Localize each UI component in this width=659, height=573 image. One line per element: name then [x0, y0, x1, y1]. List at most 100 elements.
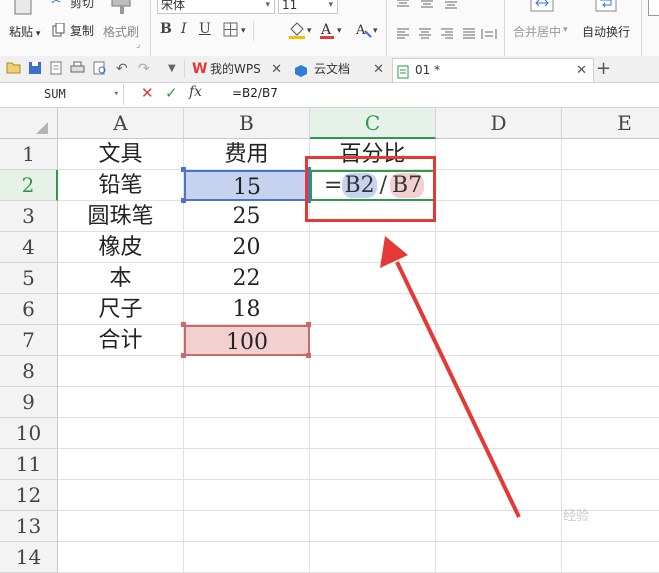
row-header-10[interactable]: 10	[0, 418, 58, 449]
wrap-text-icon[interactable]	[595, 0, 617, 18]
ref-handle[interactable]	[181, 198, 186, 203]
justify-icon[interactable]	[462, 25, 476, 44]
column-header-a[interactable]: A	[58, 108, 184, 139]
scissors-icon[interactable]: ✂	[51, 0, 62, 9]
cell-a3[interactable]: 圆珠笔	[58, 201, 184, 232]
format-painter-button[interactable]: 格式刷	[103, 23, 139, 40]
row-header-9[interactable]: 9	[0, 387, 58, 418]
format-painter-icon[interactable]	[110, 0, 134, 20]
more-dropdown-icon[interactable]: ▼	[168, 63, 176, 74]
row-header-3[interactable]: 3	[0, 201, 58, 232]
open-folder-icon[interactable]	[6, 61, 21, 78]
dialog-launcher-icon[interactable]: ⌟	[136, 40, 140, 50]
fill-color-icon[interactable]	[288, 21, 306, 43]
undo-icon[interactable]: ↶	[116, 61, 128, 77]
align-right-icon[interactable]	[440, 25, 454, 44]
cell-a4[interactable]: 橡皮	[58, 232, 184, 263]
merge-center-button[interactable]: 合并居中	[513, 23, 561, 40]
cell-a2[interactable]: 铅笔	[58, 170, 184, 201]
row-header-5[interactable]: 5	[0, 263, 58, 294]
font-color-icon[interactable]: A	[319, 21, 335, 43]
row-header-8[interactable]: 8	[0, 356, 58, 387]
font-color-dropdown-icon[interactable]: ▾	[337, 26, 342, 36]
print-icon[interactable]	[70, 61, 85, 79]
ref-handle[interactable]	[181, 322, 186, 327]
print-preview-icon[interactable]	[93, 61, 107, 79]
ref-handle[interactable]	[181, 353, 186, 358]
row-header-12[interactable]: 12	[0, 480, 58, 511]
cell-b6[interactable]: 18	[184, 294, 310, 325]
underline-icon[interactable]: U	[199, 21, 211, 37]
cell-b1[interactable]: 费用	[184, 139, 310, 170]
row-header-4[interactable]: 4	[0, 232, 58, 263]
row-header-1[interactable]: 1	[0, 139, 58, 170]
wrap-text-button[interactable]: 自动换行	[582, 23, 630, 40]
new-tab-icon[interactable]: +	[596, 58, 611, 79]
copy-button[interactable]: 复制	[70, 22, 94, 39]
confirm-formula-icon[interactable]: ✓	[165, 84, 178, 102]
cell-b7[interactable]: 100	[184, 325, 310, 356]
close-icon[interactable]: ✕	[373, 58, 384, 81]
format-box-icon[interactable]	[648, 0, 659, 16]
column-header-c[interactable]: C	[310, 108, 436, 139]
select-all-corner[interactable]	[0, 108, 58, 139]
column-header-e[interactable]: E	[562, 108, 659, 139]
cell-a6[interactable]: 尺子	[58, 294, 184, 325]
clear-format-icon[interactable]: A	[355, 21, 373, 43]
font-size-select[interactable]: 11 ▾	[278, 0, 338, 14]
align-bottom-icon[interactable]	[444, 0, 458, 15]
merge-center-icon[interactable]	[530, 0, 554, 18]
align-center-icon[interactable]	[418, 25, 432, 44]
borders-dropdown-icon[interactable]: ▾	[241, 26, 246, 36]
ref-handle[interactable]	[306, 322, 311, 327]
tab-cloud-docs[interactable]: 云文档 ✕	[290, 58, 390, 81]
column-header-d[interactable]: D	[436, 108, 562, 139]
align-top-icon[interactable]	[396, 0, 410, 15]
close-icon[interactable]: ✕	[271, 58, 282, 81]
row-header-6[interactable]: 6	[0, 294, 58, 325]
formula-input[interactable]: =B2/B7	[232, 86, 278, 100]
paste-icon[interactable]	[12, 0, 34, 16]
export-pdf-icon[interactable]	[49, 61, 63, 79]
cell-a7[interactable]: 合计	[58, 325, 184, 356]
align-left-icon[interactable]	[396, 25, 410, 44]
cancel-formula-icon[interactable]: ✕	[141, 84, 154, 102]
redo-icon[interactable]: ↷	[138, 61, 150, 77]
copy-icon[interactable]	[52, 22, 66, 41]
row-header-7[interactable]: 7	[0, 325, 58, 356]
borders-icon[interactable]	[223, 21, 239, 41]
insert-function-icon[interactable]: fx	[189, 84, 202, 100]
name-box-dropdown-icon[interactable]: ▾	[114, 84, 119, 105]
cut-button[interactable]: 剪切	[70, 0, 94, 11]
cell-a1[interactable]: 文具	[58, 139, 184, 170]
tab-label: 云文档	[314, 62, 351, 76]
ref-handle[interactable]	[181, 167, 186, 172]
font-name-select[interactable]: 宋体 ▾	[157, 0, 275, 14]
cell-a5[interactable]: 本	[58, 263, 184, 294]
row-header-11[interactable]: 11	[0, 449, 58, 480]
cell-b2[interactable]: 15	[184, 170, 310, 201]
tab-my-wps[interactable]: W 我的WPS ✕	[188, 58, 288, 81]
name-box[interactable]: SUM ▾	[0, 84, 124, 105]
paste-label: 粘贴	[9, 25, 34, 39]
cell-b4[interactable]: 20	[184, 232, 310, 263]
cell-b5[interactable]: 22	[184, 263, 310, 294]
row-header-13[interactable]: 13	[0, 511, 58, 542]
clear-format-dropdown-icon[interactable]: ▾	[373, 26, 378, 36]
font-size-value: 11	[282, 0, 298, 12]
fill-color-dropdown-icon[interactable]: ▾	[307, 26, 312, 36]
cell-b3[interactable]: 25	[184, 201, 310, 232]
paste-button[interactable]: 粘贴 ▾	[9, 23, 40, 40]
bold-icon[interactable]: B	[160, 21, 172, 37]
merge-center-dropdown-icon[interactable]: ▾	[563, 25, 568, 35]
distribute-icon[interactable]	[481, 25, 497, 44]
tab-workbook-01[interactable]: 01 * ✕	[392, 58, 594, 82]
close-icon[interactable]: ✕	[576, 59, 587, 82]
ref-handle[interactable]	[306, 353, 311, 358]
save-icon[interactable]	[28, 61, 42, 79]
italic-icon[interactable]: I	[181, 21, 187, 37]
row-header-14[interactable]: 14	[0, 542, 58, 573]
align-middle-icon[interactable]	[420, 0, 434, 15]
row-header-2[interactable]: 2	[0, 170, 58, 201]
column-header-b[interactable]: B	[184, 108, 310, 139]
